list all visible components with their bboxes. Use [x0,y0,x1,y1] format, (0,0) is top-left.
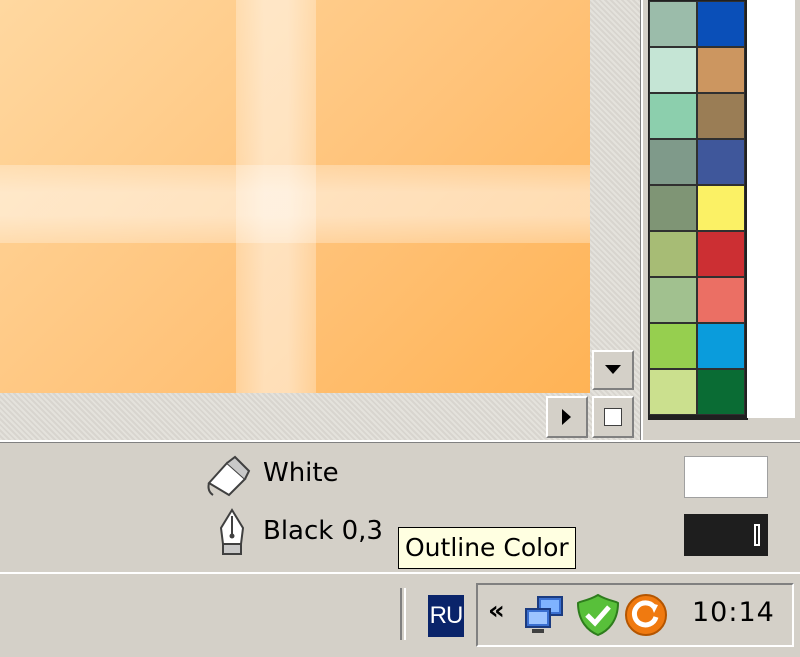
horizontal-stripe [0,165,590,243]
palette-swatch[interactable] [697,1,745,47]
scroll-down-button[interactable] [592,350,634,390]
palette-swatch[interactable] [649,369,697,415]
palette-swatch[interactable] [697,277,745,323]
color-palette [648,0,748,420]
palette-swatch[interactable] [697,47,745,93]
scroll-right-button[interactable] [546,396,588,438]
palette-swatch[interactable] [649,185,697,231]
outline-color-tooltip: Outline Color [398,527,576,569]
navigator-icon [604,408,622,426]
update-icon[interactable] [624,593,668,637]
palette-swatch[interactable] [697,369,745,415]
palette-column-white [746,0,795,418]
outline-color-swatch[interactable] [684,514,768,556]
palette-swatch[interactable] [697,93,745,139]
taskbar-divider [400,588,406,640]
outline-color-label: Black 0,3 [263,516,383,546]
show-hidden-icons-button[interactable]: « [488,596,505,626]
outline-pen-icon [219,508,245,555]
antivirus-shield-icon[interactable] [576,593,620,637]
palette-swatch[interactable] [649,47,697,93]
fill-bucket-icon [207,455,251,497]
outline-indicator-icon [754,524,760,546]
palette-swatch[interactable] [697,231,745,277]
palette-swatch[interactable] [697,139,745,185]
palette-swatch[interactable] [649,277,697,323]
arrow-right-icon [562,409,571,425]
palette-swatch[interactable] [649,139,697,185]
fill-color-label: White [263,458,339,488]
fill-color-swatch[interactable] [684,456,768,498]
palette-swatch[interactable] [697,185,745,231]
navigator-button[interactable] [592,396,634,438]
palette-swatch[interactable] [697,323,745,369]
clock[interactable]: 10:14 [692,597,775,628]
palette-swatch[interactable] [649,1,697,47]
palette-swatch[interactable] [649,231,697,277]
palette-swatch[interactable] [649,323,697,369]
arrow-down-icon [605,365,621,374]
orange-rectangle-object[interactable] [0,0,590,393]
network-icon[interactable] [524,593,568,637]
drawing-canvas[interactable] [0,0,640,440]
palette-divider [640,0,643,440]
palette-swatch[interactable] [649,93,697,139]
language-indicator[interactable]: RU [428,595,464,637]
